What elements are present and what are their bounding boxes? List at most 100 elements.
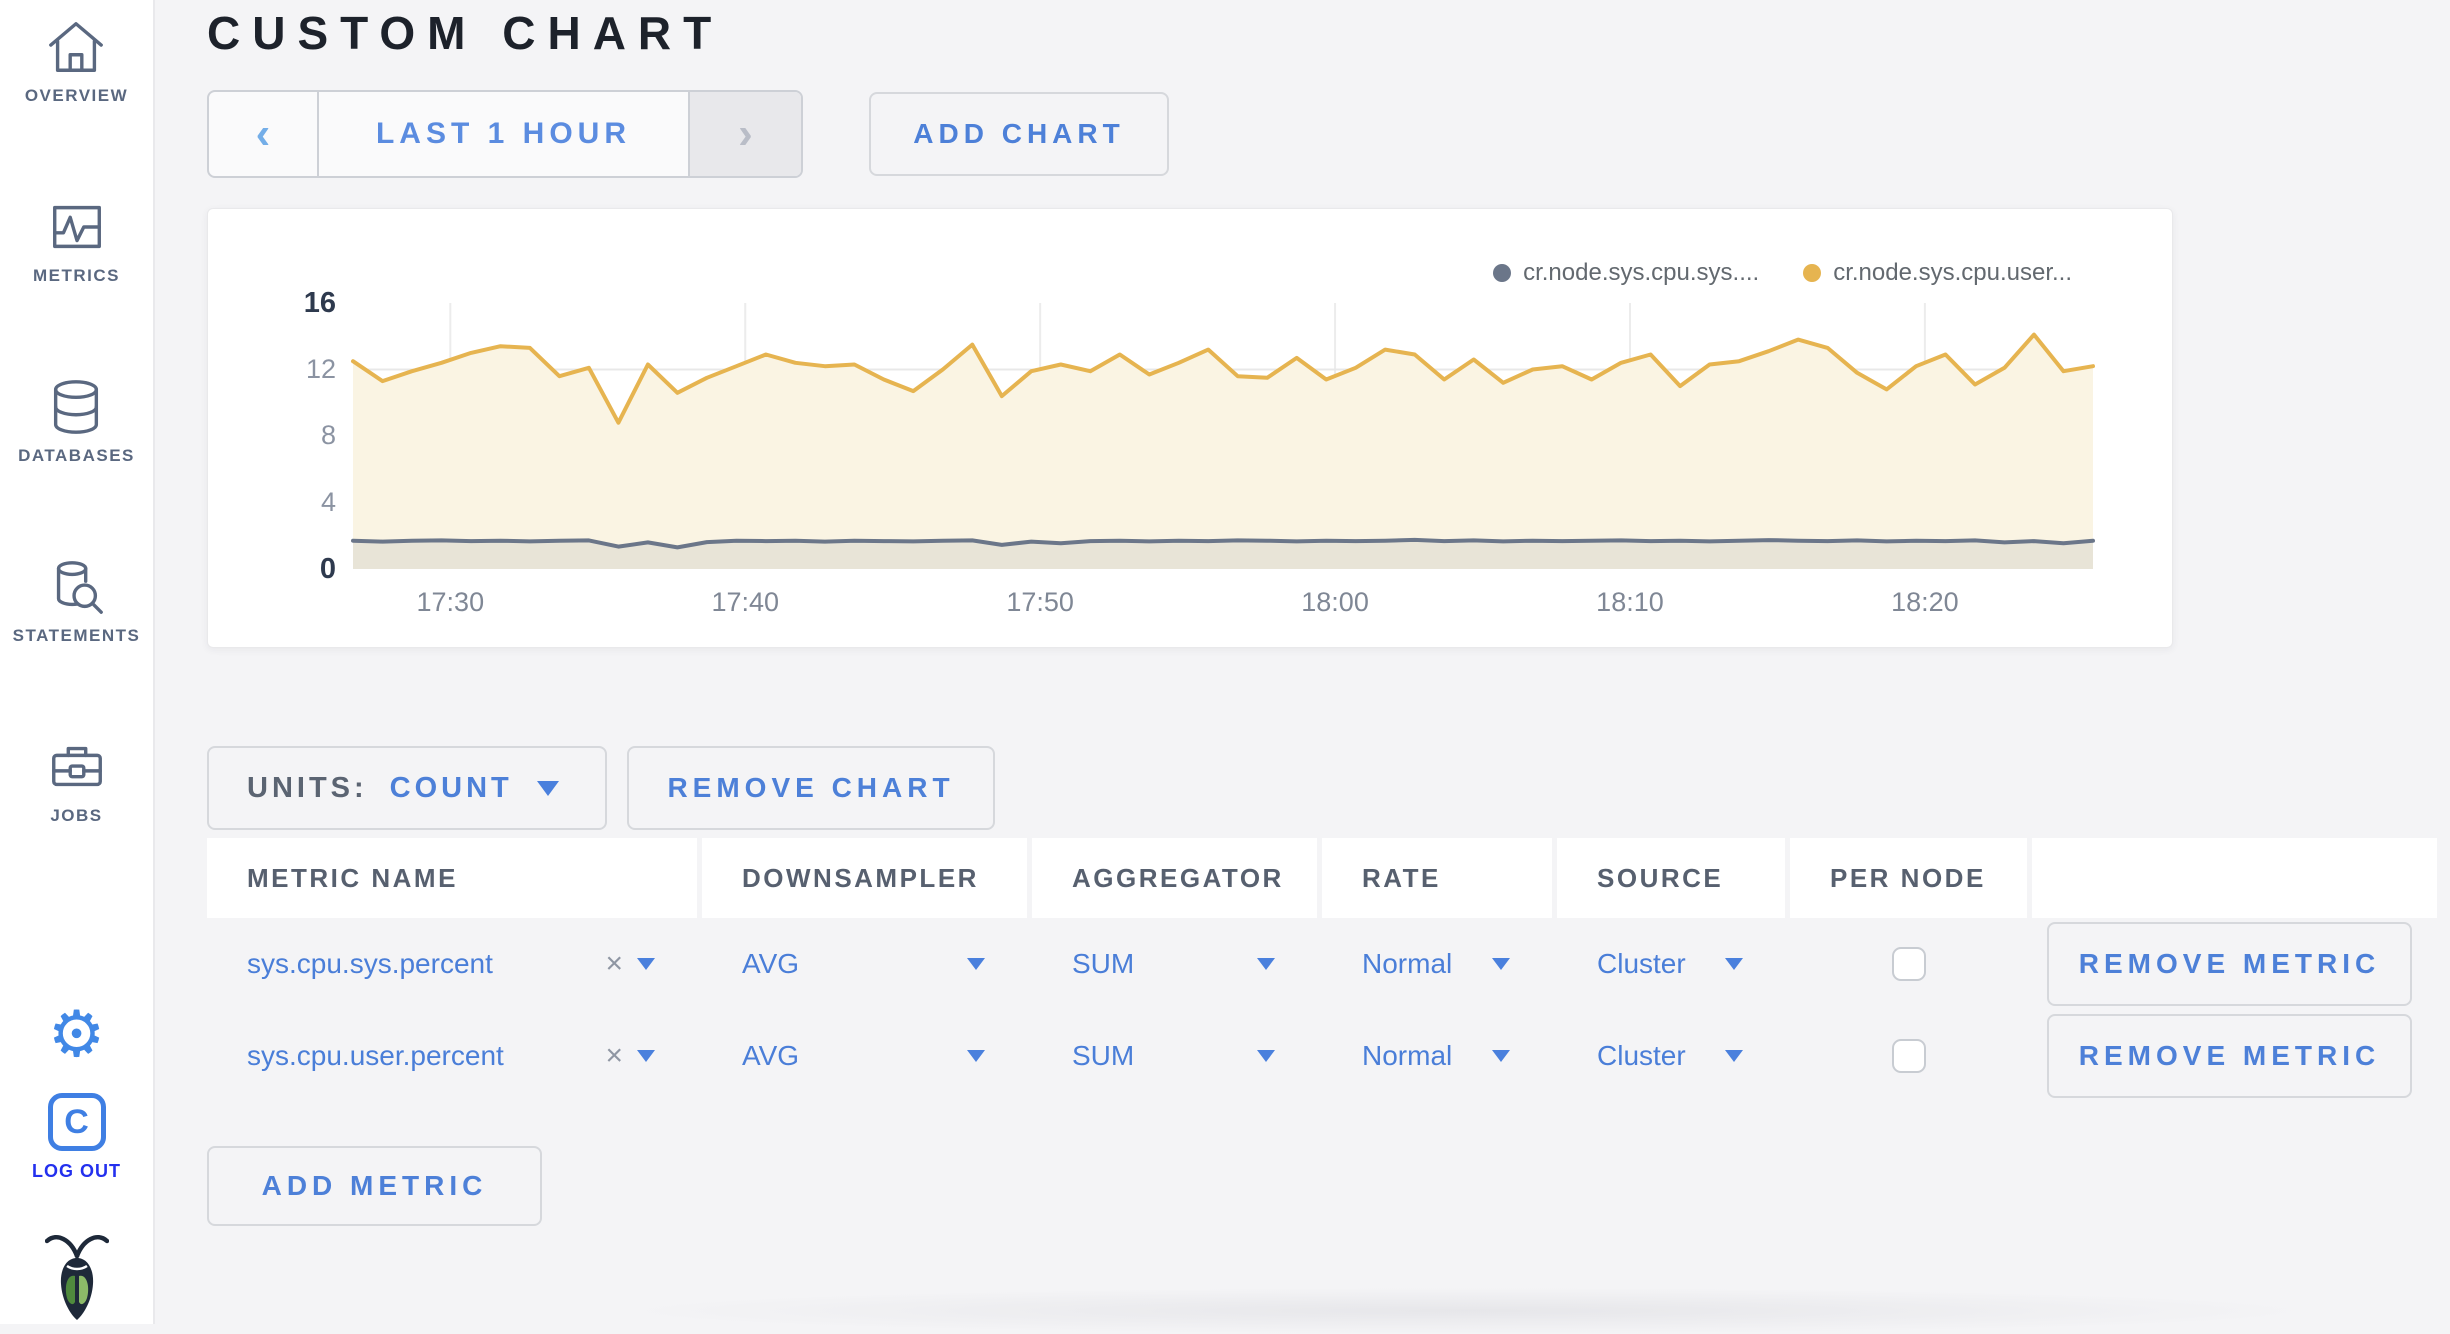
column-header-metric-name: METRIC NAME (207, 838, 697, 918)
downsampler-cell[interactable]: AVG (702, 1010, 1027, 1102)
cockroach-bug-logo-icon (44, 1235, 109, 1320)
remove-metric-button[interactable]: REMOVE METRIC (2047, 922, 2412, 1006)
chevron-down-icon (967, 958, 985, 970)
chart-svg (351, 303, 2095, 569)
column-header-per-node: PER NODE (1790, 838, 2027, 918)
source-cell[interactable]: Cluster (1557, 918, 1785, 1010)
sidebar-item-label: DATABASES (18, 446, 135, 465)
chart-x-axis: 17:30 17:40 17:50 18:00 18:10 18:20 (353, 587, 2093, 621)
per-node-cell (1790, 1010, 2027, 1102)
time-range-label: LAST 1 HOUR (375, 117, 631, 150)
y-axis-tick-label: 8 (320, 420, 336, 450)
chevron-left-icon: ‹ (255, 109, 271, 158)
y-axis-tick-label: 16 (303, 287, 336, 319)
per-node-cell (1790, 918, 2027, 1010)
column-header-aggregator: AGGREGATOR (1032, 838, 1317, 918)
logout-label: LOG OUT (32, 1161, 121, 1181)
rate-value: Normal (1362, 1040, 1453, 1071)
sidebar-item-metrics[interactable]: METRICS (33, 196, 120, 286)
x-axis-tick-label: 17:50 (1006, 587, 1074, 617)
aggregator-cell[interactable]: SUM (1032, 1010, 1317, 1102)
scroll-edge-shadow (627, 1288, 2307, 1334)
metric-name-dropdown[interactable]: sys.cpu.user.percent (247, 1040, 504, 1072)
y-axis-tick-label: 12 (305, 353, 336, 384)
metrics-icon (52, 205, 101, 249)
source-value: Cluster (1597, 1040, 1686, 1071)
sidebar-item-label: JOBS (50, 806, 103, 825)
sidebar-item-jobs[interactable]: JOBS (46, 736, 108, 826)
legend-item[interactable]: cr.node.sys.cpu.sys.... (1493, 259, 1759, 287)
time-range-selector: ‹ LAST 1 HOUR › (207, 90, 803, 178)
actions-cell: REMOVE METRIC (2032, 918, 2437, 1010)
aggregator-cell[interactable]: SUM (1032, 918, 1317, 1010)
legend-label: cr.node.sys.cpu.user... (1833, 259, 2072, 286)
clear-metric-icon[interactable]: × (605, 1039, 623, 1073)
chevron-down-icon (967, 1050, 985, 1062)
rate-cell[interactable]: Normal (1322, 918, 1552, 1010)
sidebar-item-overview[interactable]: OVERVIEW (25, 16, 128, 106)
briefcase-icon (51, 746, 102, 787)
time-range-next-button[interactable]: › (688, 92, 801, 176)
add-chart-button[interactable]: ADD CHART (869, 92, 1169, 176)
per-node-checkbox[interactable] (1891, 1039, 1926, 1073)
remove-metric-button[interactable]: REMOVE METRIC (2047, 1014, 2412, 1098)
column-header-source: SOURCE (1557, 838, 1785, 918)
sidebar-item-databases[interactable]: DATABASES (18, 376, 135, 466)
page-title: CUSTOM CHART (207, 7, 724, 59)
chevron-down-icon (1257, 958, 1275, 970)
chart-plot-area (351, 303, 2095, 569)
chevron-down-icon (536, 780, 559, 796)
aggregator-value: SUM (1072, 948, 1135, 979)
remove-chart-button[interactable]: REMOVE CHART (627, 746, 995, 830)
chevron-down-icon[interactable] (637, 958, 655, 970)
source-cell[interactable]: Cluster (1557, 1010, 1785, 1102)
units-label: UNITS: (247, 771, 368, 804)
downsampler-value: AVG (742, 948, 800, 979)
cockroach-c-logo-icon: C (47, 1093, 106, 1151)
chevron-down-icon (1492, 1050, 1510, 1062)
sidebar-item-label: STATEMENTS (12, 626, 141, 645)
home-icon (49, 22, 104, 72)
legend-item[interactable]: cr.node.sys.cpu.user... (1803, 259, 2072, 287)
chevron-right-icon: › (738, 109, 753, 158)
rate-cell[interactable]: Normal (1322, 1010, 1552, 1102)
units-value: COUNT (389, 771, 513, 804)
column-header-downsampler: DOWNSAMPLER (702, 838, 1027, 918)
rate-value: Normal (1362, 948, 1453, 979)
sidebar-item-label: METRICS (33, 266, 120, 285)
main-content: CUSTOM CHART ‹ LAST 1 HOUR › ADD CHART c… (157, 0, 2450, 1334)
x-axis-tick-label: 18:20 (1891, 587, 1959, 617)
downsampler-cell[interactable]: AVG (702, 918, 1027, 1010)
time-range-dropdown[interactable]: LAST 1 HOUR (319, 92, 688, 176)
database-icon (54, 380, 99, 434)
y-axis-tick-label: 0 (319, 553, 336, 585)
per-node-checkbox[interactable] (1891, 947, 1926, 981)
legend-dot-sys (1493, 264, 1512, 282)
legend-dot-user (1803, 264, 1822, 282)
logout-button[interactable]: C LOG OUT (32, 1093, 121, 1182)
sidebar-item-statements[interactable]: STATEMENTS (13, 556, 141, 646)
x-axis-tick-label: 17:30 (416, 587, 485, 617)
time-range-prev-button[interactable]: ‹ (209, 92, 319, 176)
units-dropdown[interactable]: UNITS: COUNT (207, 746, 607, 830)
actions-cell: REMOVE METRIC (2032, 1010, 2437, 1102)
chevron-down-icon (1725, 1050, 1743, 1062)
source-value: Cluster (1597, 948, 1686, 979)
chart-y-axis: 0 4 8 12 16 (248, 287, 336, 585)
clear-metric-icon[interactable]: × (605, 947, 623, 981)
metrics-table: METRIC NAME DOWNSAMPLER AGGREGATOR RATE … (207, 838, 2450, 1102)
metric-name-dropdown[interactable]: sys.cpu.sys.percent (247, 948, 493, 980)
column-header-actions (2032, 838, 2437, 918)
add-metric-button[interactable]: ADD METRIC (207, 1146, 542, 1226)
metric-name-cell: sys.cpu.sys.percent × (207, 918, 697, 1010)
chevron-down-icon[interactable] (637, 1050, 655, 1062)
legend-label: cr.node.sys.cpu.sys.... (1523, 259, 1760, 286)
chart-legend: cr.node.sys.cpu.sys.... cr.node.sys.cpu.… (1493, 259, 2072, 287)
gear-icon[interactable]: ⚙ (48, 1003, 105, 1067)
sidebar: OVERVIEW METRICS DATABASES STATEMENTS JO… (0, 0, 155, 1324)
x-axis-tick-label: 17:40 (711, 587, 780, 617)
column-header-rate: RATE (1322, 838, 1552, 918)
sidebar-item-label: OVERVIEW (24, 86, 129, 105)
downsampler-value: AVG (742, 1040, 800, 1071)
y-axis-tick-label: 4 (320, 486, 336, 517)
